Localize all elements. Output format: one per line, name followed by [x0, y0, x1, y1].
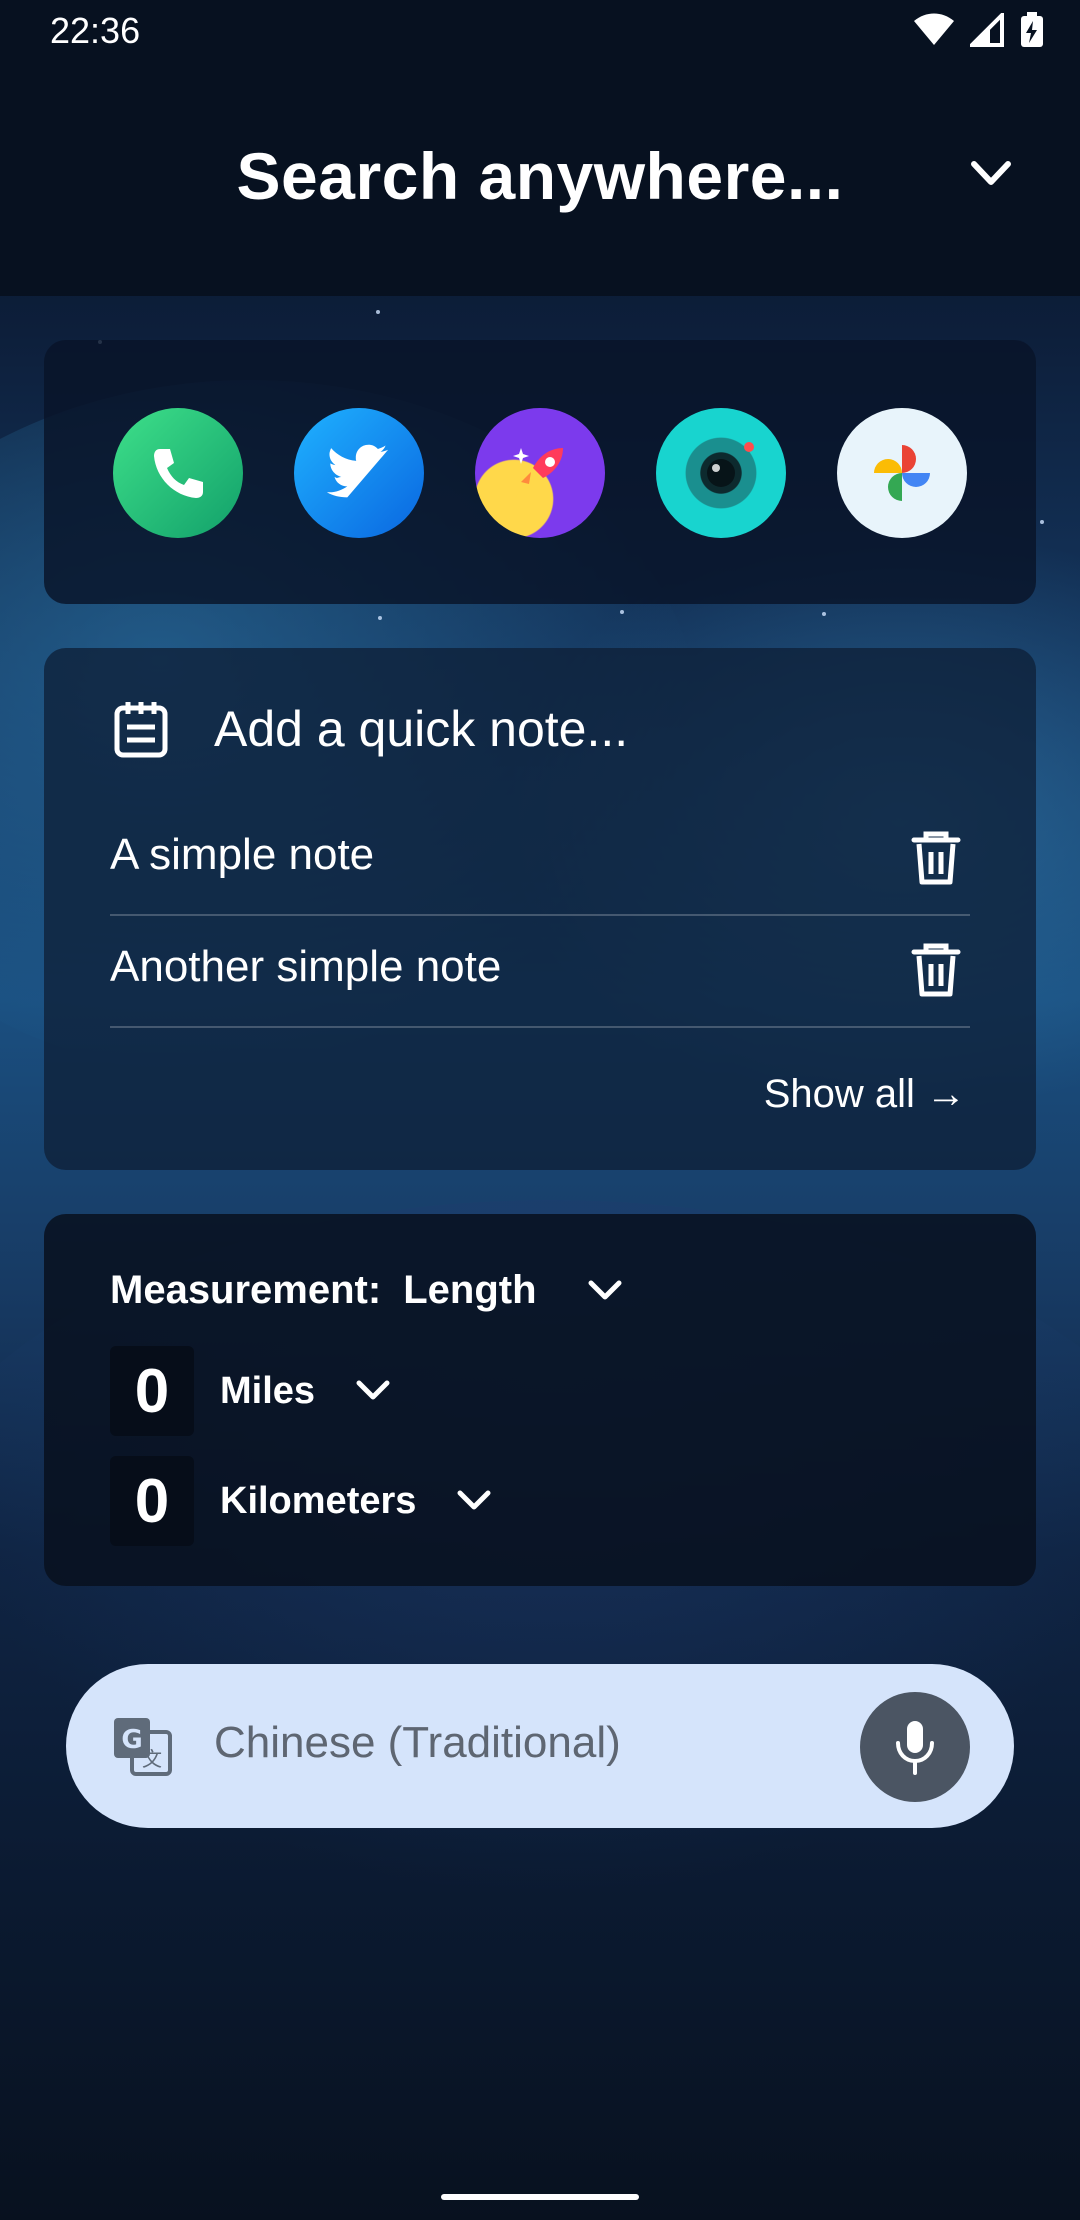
to-unit-label[interactable]: Kilometers	[220, 1480, 416, 1523]
camera-app-button[interactable]	[656, 408, 786, 538]
trash-icon[interactable]	[908, 942, 964, 998]
add-note-button[interactable]: Add a quick note...	[114, 694, 628, 764]
pinwheel-icon	[874, 445, 930, 501]
rocket-app-button[interactable]	[475, 408, 605, 538]
star	[1040, 520, 1044, 524]
top-bar: 22:36 Search anywhere...	[0, 0, 1080, 296]
show-all-link[interactable]: Show all →	[764, 1072, 966, 1117]
status-bar: 22:36	[0, 0, 1080, 64]
chevron-down-icon[interactable]	[966, 152, 1016, 196]
wifi-icon	[914, 13, 954, 45]
google-translate-icon: G文	[114, 1718, 172, 1776]
clock: 22:36	[50, 10, 141, 51]
note-text: A simple note	[110, 830, 375, 879]
note-item[interactable]: A simple note	[110, 802, 970, 916]
phone-icon	[154, 449, 203, 498]
svg-text:文: 文	[142, 1747, 162, 1771]
page-title: Search anywhere...	[236, 139, 844, 213]
measurement-selector[interactable]: Measurement: Length	[110, 1268, 625, 1313]
unit-converter-card: Measurement: Length 0 Miles 0 Kilometers	[44, 1214, 1036, 1586]
translate-bar[interactable]: G文 Chinese (Traditional)	[66, 1664, 1014, 1828]
phone-app-button[interactable]	[113, 408, 243, 538]
cell-signal-icon	[970, 13, 1004, 47]
microphone-icon	[896, 1721, 934, 1775]
measurement-label: Measurement:	[110, 1268, 382, 1312]
system-icons	[914, 12, 1044, 48]
chevron-down-icon	[588, 1280, 622, 1299]
from-unit-label[interactable]: Miles	[220, 1370, 315, 1413]
from-value-input[interactable]: 0	[110, 1346, 194, 1436]
from-unit-row: 0 Miles	[110, 1346, 393, 1436]
app-shortcuts-card	[44, 340, 1036, 604]
language-label: Chinese (Traditional)	[214, 1718, 621, 1767]
star	[378, 616, 382, 620]
microphone-button[interactable]	[860, 1692, 970, 1802]
twitter-icon	[326, 444, 389, 498]
camera-icon	[707, 442, 754, 487]
trash-icon[interactable]	[908, 830, 964, 886]
svg-text:G: G	[121, 1725, 142, 1755]
star	[620, 610, 624, 614]
star	[376, 310, 380, 314]
battery-charging-icon	[1021, 12, 1043, 47]
rocket-icon	[513, 448, 563, 498]
note-text: Another simple note	[110, 942, 502, 991]
to-unit-row: 0 Kilometers	[110, 1456, 494, 1546]
twitter-app-button[interactable]	[294, 408, 424, 538]
chevron-down-icon[interactable]	[353, 1373, 393, 1409]
home-indicator[interactable]	[441, 2194, 639, 2200]
star	[822, 612, 826, 616]
add-note-label: Add a quick note...	[214, 701, 629, 757]
chevron-down-icon[interactable]	[454, 1483, 494, 1519]
notes-card: Add a quick note... A simple note Anothe…	[44, 648, 1036, 1170]
notepad-icon	[114, 702, 168, 758]
note-item[interactable]: Another simple note	[110, 914, 970, 1028]
photos-app-button[interactable]	[837, 408, 967, 538]
measurement-value: Length	[403, 1268, 537, 1312]
to-value-input[interactable]: 0	[110, 1456, 194, 1546]
